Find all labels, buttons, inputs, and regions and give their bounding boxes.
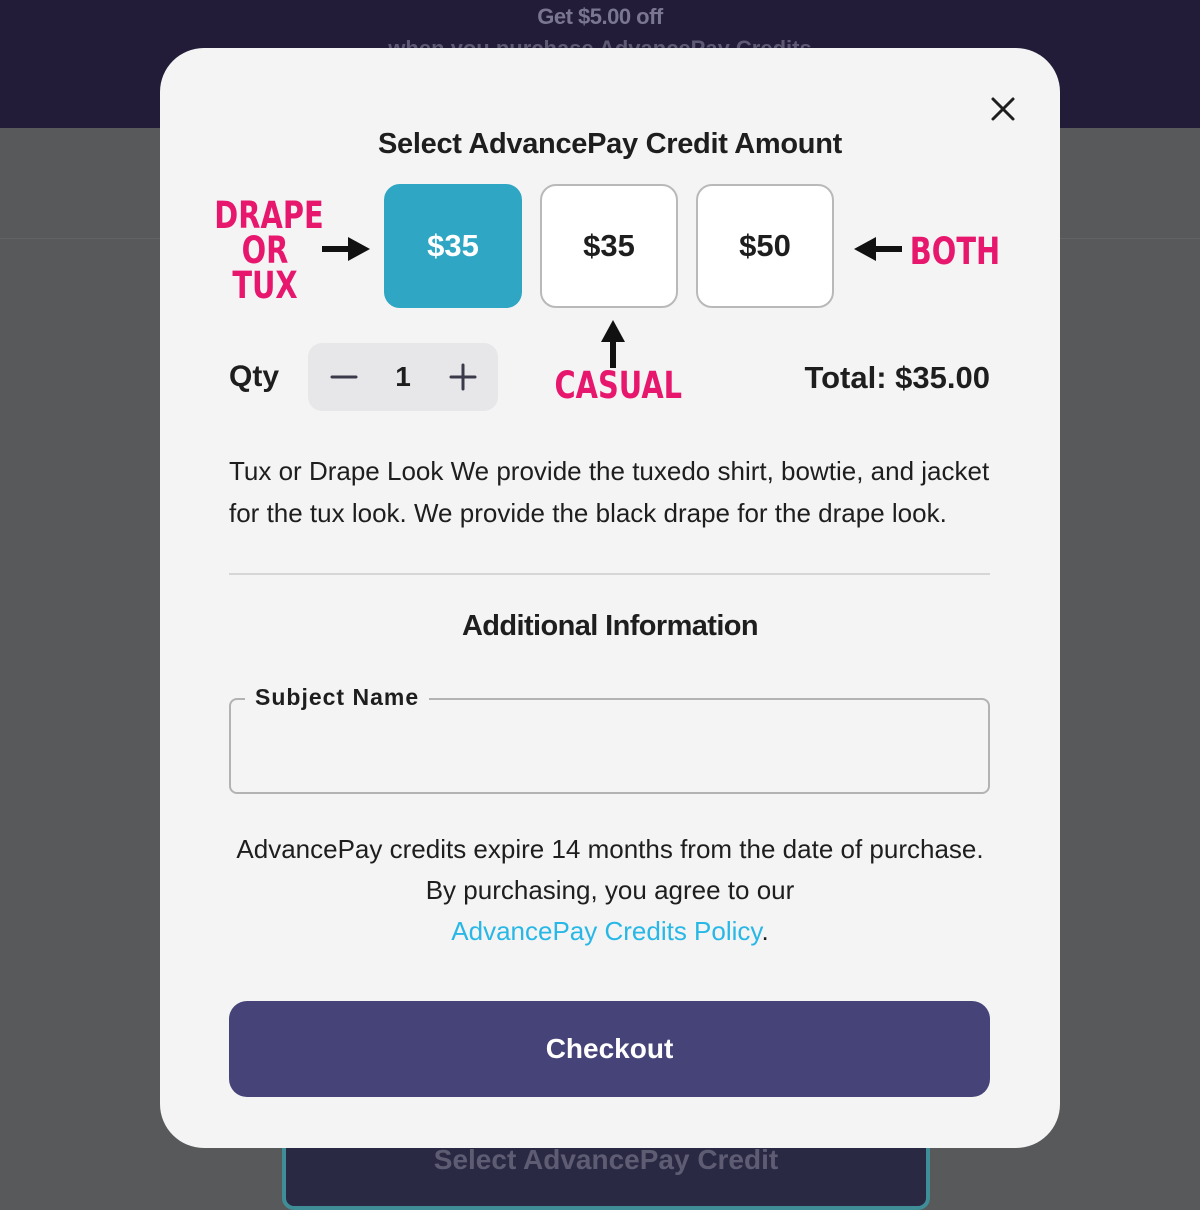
amount-option-both[interactable]: $50: [696, 184, 834, 308]
close-icon: [991, 97, 1015, 121]
quantity-stepper: 1: [308, 343, 498, 411]
close-button[interactable]: [982, 88, 1024, 130]
annotation-drape-or-tux: DRAPE OR TUX: [214, 194, 324, 307]
policy-notice: AdvancePay credits expire 14 months from…: [230, 829, 990, 952]
arrow-right-icon: [322, 237, 370, 261]
credit-amount-modal: Select AdvancePay Credit Amount DRAPE OR…: [160, 48, 1060, 1148]
plus-icon: [449, 363, 477, 391]
annotation-casual: CASUAL: [554, 364, 683, 407]
policy-link[interactable]: AdvancePay Credits Policy: [451, 916, 761, 946]
amount-option-drape-tux[interactable]: $35: [384, 184, 522, 308]
product-description[interactable]: Tux or Drape Look We provide the tuxedo …: [229, 450, 997, 550]
annotation-line: OR: [241, 229, 289, 272]
modal-title: Select AdvancePay Credit Amount: [378, 128, 842, 160]
policy-text: AdvancePay credits expire 14 months from…: [236, 834, 984, 905]
promo-title: Get $5.00 off: [537, 4, 663, 29]
arrow-up-icon: [601, 320, 625, 368]
annotation-line: DRAPE: [214, 194, 324, 237]
increment-button[interactable]: [432, 343, 496, 411]
section-divider: [229, 573, 990, 575]
annotation-line: TUX: [232, 264, 298, 307]
decrement-button[interactable]: [310, 343, 374, 411]
amount-option-casual[interactable]: $35: [540, 184, 678, 308]
additional-info-title: Additional Information: [461, 610, 759, 642]
order-total: Total: $35.00: [804, 360, 990, 395]
policy-end: .: [761, 916, 769, 946]
annotation-both: BOTH: [909, 230, 1001, 273]
checkout-button[interactable]: Checkout: [229, 1001, 990, 1097]
qty-label: Qty: [229, 360, 280, 393]
subject-name-label: Subject Name: [245, 684, 430, 711]
quantity-value: 1: [395, 361, 411, 392]
arrow-left-icon: [854, 237, 902, 261]
background-button-label: Select AdvancePay Credit: [433, 1144, 779, 1175]
subject-name-input[interactable]: [251, 730, 955, 772]
minus-icon: [330, 375, 358, 379]
subject-name-field: Subject Name: [229, 684, 990, 794]
